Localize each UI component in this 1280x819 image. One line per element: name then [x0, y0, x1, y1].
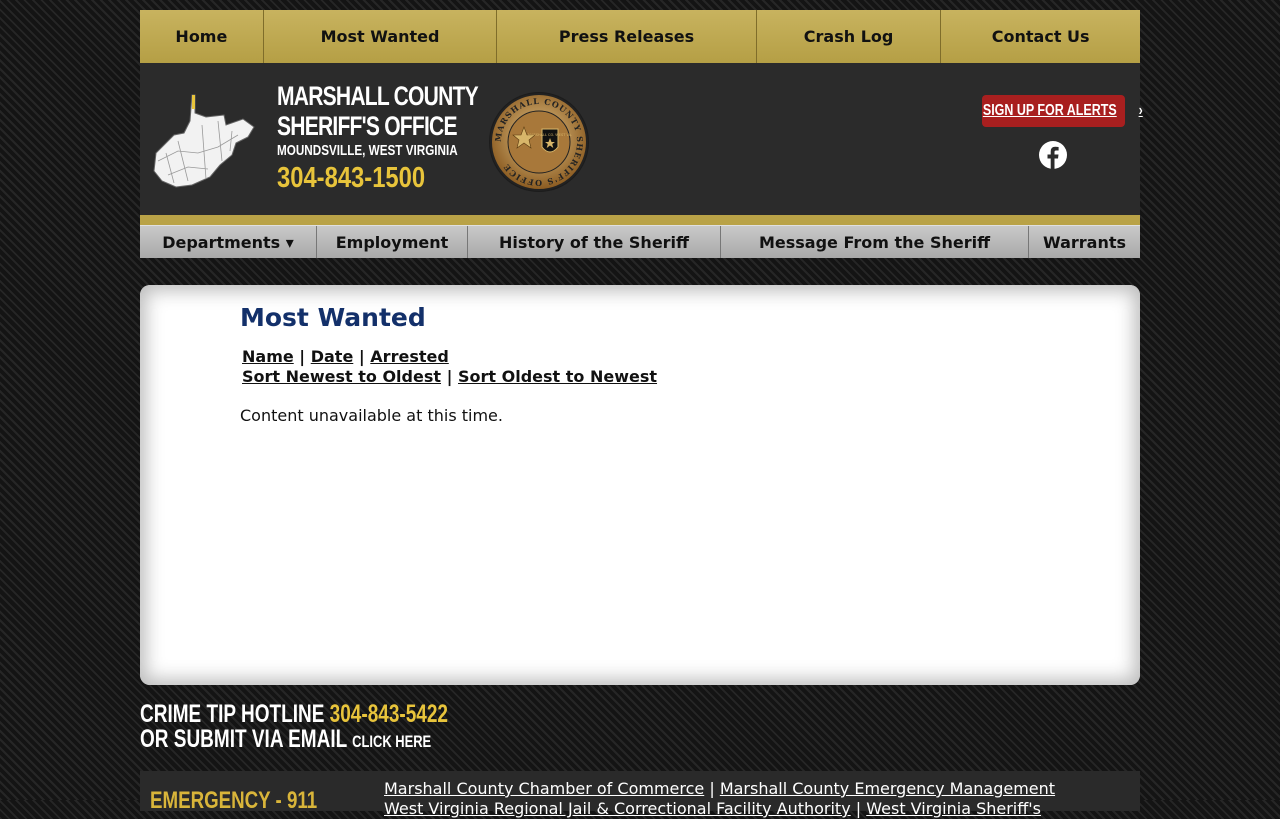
- nav-crash-log[interactable]: Crash Log: [757, 10, 942, 63]
- sort-newest-link[interactable]: Sort Newest to Oldest: [242, 367, 441, 386]
- sort-by-name-link[interactable]: Name: [242, 347, 294, 366]
- submit-email-label: OR SUBMIT VIA EMAIL: [140, 725, 347, 753]
- crime-tip-block: CRIME TIP HOTLINE 304-843-5422 OR SUBMIT…: [140, 702, 545, 754]
- site-title-line1: MARSHALL COUNTY: [277, 81, 479, 111]
- nav-contact-us[interactable]: Contact Us: [941, 10, 1140, 63]
- sort-by-arrested-link[interactable]: Arrested: [370, 347, 449, 366]
- emergency-management-link[interactable]: Marshall County Emergency Management: [720, 779, 1055, 798]
- site-footer: EMERGENCY - 911 Marshall County Chamber …: [140, 771, 1140, 818]
- nav-employment[interactable]: Employment: [317, 226, 468, 258]
- nav-warrants[interactable]: Warrants: [1029, 226, 1140, 258]
- main-content-panel: Most Wanted Name | Date | Arrested Sort …: [140, 285, 1140, 685]
- nav-departments-dropdown[interactable]: Departments ▾: [140, 226, 317, 258]
- site-phone: 304-843-1500: [277, 162, 426, 194]
- sheriff-seal-logo: MARSHALL COUNTY SHERIFF'S OFFICE MARSHAL…: [489, 92, 589, 192]
- nav-press-releases[interactable]: Press Releases: [497, 10, 757, 63]
- nav-most-wanted[interactable]: Most Wanted: [264, 10, 498, 63]
- submit-email-click-here-link[interactable]: CLICK HERE: [352, 732, 431, 751]
- seal-shield-text: MARSHALL CO. WEST VA.: [528, 133, 572, 137]
- content-unavailable-message: Content unavailable at this time.: [240, 406, 503, 425]
- site-title-line2: SHERIFF'S OFFICE: [277, 111, 458, 141]
- site-header: MARSHALL COUNTY SHERIFF'S OFFICE MOUNDSV…: [140, 63, 1143, 225]
- page-title: Most Wanted: [240, 303, 426, 332]
- separator: |: [855, 799, 862, 818]
- west-virginia-map-icon: [153, 94, 255, 188]
- separator: |: [358, 347, 365, 366]
- site-location: MOUNDSVILLE, WEST VIRGINIA: [277, 142, 458, 159]
- sort-controls: Name | Date | Arrested Sort Newest to Ol…: [242, 347, 657, 387]
- footer-links: Marshall County Chamber of Commerce | Ma…: [384, 779, 1055, 819]
- nav-history-of-sheriff[interactable]: History of the Sheriff: [468, 226, 721, 258]
- crime-tip-phone[interactable]: 304-843-5422: [330, 700, 448, 728]
- regional-jail-link[interactable]: West Virginia Regional Jail & Correction…: [384, 799, 851, 818]
- secondary-nav: Departments ▾ Employment History of the …: [140, 225, 1140, 258]
- crime-tip-label: CRIME TIP HOTLINE: [140, 700, 325, 728]
- sign-up-alerts-label: SIGN UP FOR ALERTS: [982, 102, 1117, 119]
- wv-sheriffs-link[interactable]: West Virginia Sheriff's: [866, 799, 1041, 818]
- separator: |: [709, 779, 715, 798]
- sort-oldest-link[interactable]: Sort Oldest to Newest: [458, 367, 657, 386]
- separator: |: [299, 347, 306, 366]
- separator: |: [446, 367, 453, 386]
- sign-up-alerts-button[interactable]: SIGN UP FOR ALERTS ›: [982, 95, 1143, 127]
- nav-message-from-sheriff[interactable]: Message From the Sheriff: [721, 226, 1029, 258]
- nav-home[interactable]: Home: [140, 10, 264, 63]
- header-gold-bar: [140, 215, 1140, 225]
- chamber-of-commerce-link[interactable]: Marshall County Chamber of Commerce: [384, 779, 704, 798]
- facebook-icon[interactable]: [1038, 140, 1068, 170]
- top-nav: Home Most Wanted Press Releases Crash Lo…: [140, 10, 1140, 63]
- chevron-right-icon: ›: [1138, 102, 1143, 119]
- sort-by-date-link[interactable]: Date: [311, 347, 354, 366]
- emergency-number: EMERGENCY - 911: [150, 787, 318, 814]
